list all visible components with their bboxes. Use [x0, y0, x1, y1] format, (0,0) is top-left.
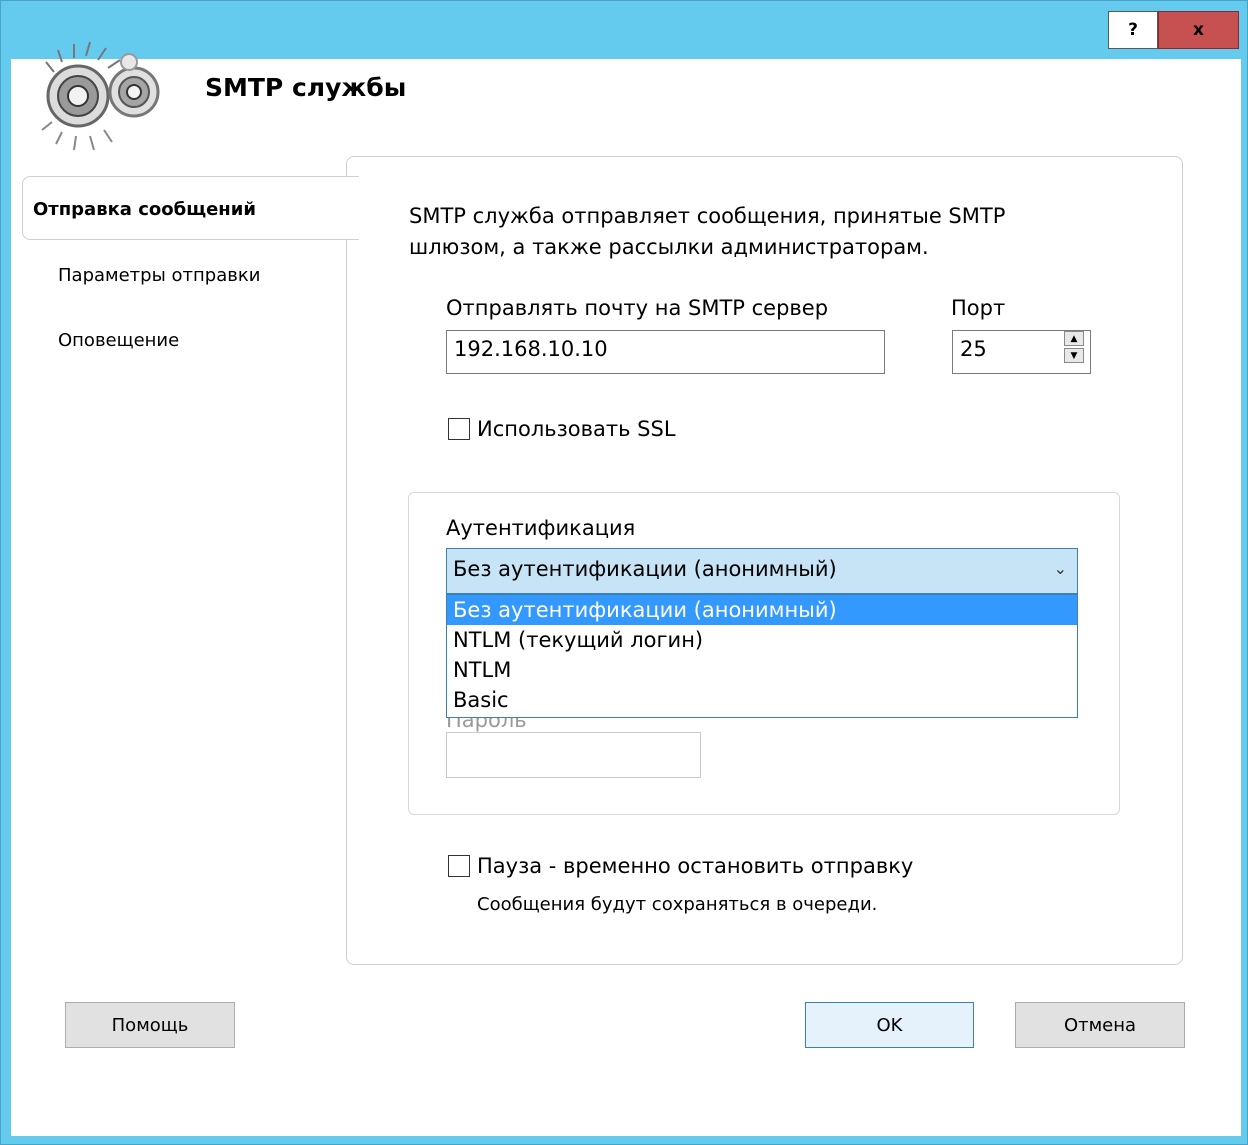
port-value: 25 — [960, 337, 987, 361]
title-help-button[interactable]: ? — [1108, 11, 1158, 49]
description-line-2: шлюзом, а также рассылки администраторам… — [409, 235, 929, 259]
server-label: Отправлять почту на SMTP сервер — [446, 296, 829, 320]
help-button[interactable]: Помощь — [65, 1002, 235, 1048]
ok-button[interactable]: OK — [805, 1002, 974, 1048]
auth-selected-value: Без аутентификации (анонимный) — [453, 557, 837, 581]
ssl-label: Использовать SSL — [477, 417, 676, 441]
port-label: Порт — [951, 296, 1006, 320]
auth-select[interactable]: Без аутентификации (анонимный) ⌄ — [446, 548, 1078, 594]
auth-dropdown-list: Без аутентификации (анонимный) NTLM (тек… — [446, 594, 1078, 718]
title-close-button[interactable]: x — [1158, 11, 1239, 49]
gears-icon — [41, 41, 160, 151]
pause-note: Сообщения будут сохраняться в очереди. — [477, 894, 878, 915]
cancel-button[interactable]: Отмена — [1015, 1002, 1185, 1048]
pause-checkbox[interactable] — [448, 855, 470, 877]
chevron-down-icon[interactable]: ⌄ — [1054, 559, 1067, 578]
server-input[interactable]: 192.168.10.10 — [446, 330, 885, 374]
sidebar-item-notification[interactable]: Оповещение — [58, 330, 179, 351]
pause-label: Пауза - временно остановить отправку — [477, 854, 914, 878]
auth-option-ntlm-current[interactable]: NTLM (текущий логин) — [447, 625, 1077, 655]
description-text: SMTP служба отправляет сообщения, принят… — [409, 201, 1109, 263]
sidebar-item-sending[interactable]: Отправка сообщений — [22, 176, 359, 240]
port-spin-buttons: ▲ ▼ — [1058, 330, 1090, 368]
description-line-1: SMTP служба отправляет сообщения, принят… — [409, 204, 1006, 228]
auth-option-basic[interactable]: Basic — [447, 685, 1077, 715]
spin-up-icon[interactable]: ▲ — [1064, 331, 1084, 346]
password-input[interactable] — [446, 732, 701, 778]
sidebar-item-send-params[interactable]: Параметры отправки — [58, 265, 260, 286]
auth-label: Аутентификация — [446, 516, 636, 540]
auth-option-anonymous[interactable]: Без аутентификации (анонимный) — [447, 595, 1077, 625]
page-title: SMTP службы — [205, 73, 407, 102]
spin-down-icon[interactable]: ▼ — [1064, 348, 1084, 363]
ssl-checkbox[interactable] — [448, 418, 470, 440]
auth-option-ntlm[interactable]: NTLM — [447, 655, 1077, 685]
